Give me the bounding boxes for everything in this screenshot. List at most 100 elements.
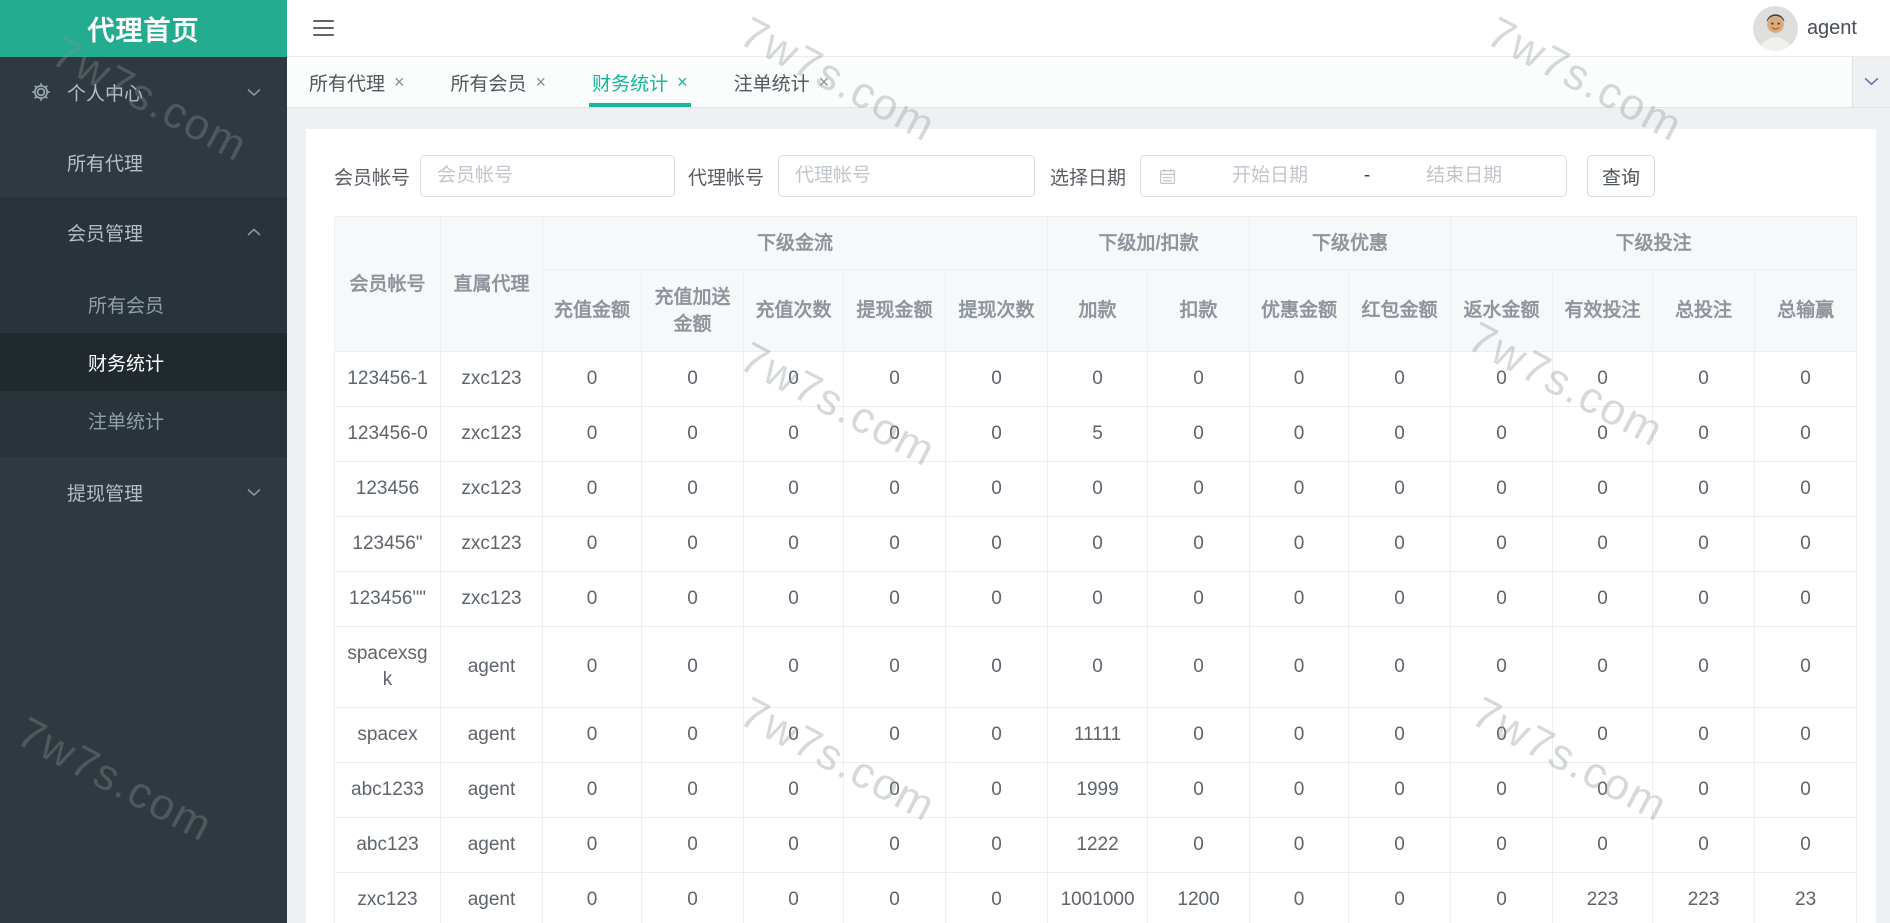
cell-member-account: spacexsgk	[334, 626, 441, 708]
col-header: 充值次数	[743, 269, 844, 352]
cell-value: 0	[944, 762, 1049, 818]
cell-value: 0	[1249, 872, 1350, 923]
cell-direct-agent: agent	[440, 872, 543, 923]
tab-label: 所有会员	[450, 73, 527, 95]
finance-stats-table: 会员帐号 直属代理 下级金流 下级加/扣款 下级优惠 下级投注 充值金额 充值加…	[334, 216, 1858, 923]
cell-member-account: 123456"	[334, 516, 441, 572]
start-date-input[interactable]	[1180, 165, 1360, 187]
cell-value: 0	[542, 626, 642, 708]
close-icon[interactable]: ×	[536, 72, 547, 93]
cell-direct-agent: zxc123	[440, 461, 543, 517]
close-icon[interactable]: ×	[677, 72, 688, 93]
cell-value: 0	[843, 516, 946, 572]
search-button[interactable]: 查询	[1587, 155, 1656, 197]
cell-value: 0	[542, 817, 642, 873]
end-date-input[interactable]	[1374, 165, 1555, 187]
cell-value: 1999	[1047, 762, 1149, 818]
cell-value: 0	[542, 516, 642, 572]
cell-value: 0	[1147, 406, 1251, 462]
chevron-up-icon	[247, 228, 261, 237]
cell-value: 23	[1754, 872, 1858, 923]
tab-all-agents[interactable]: 所有代理 ×	[309, 57, 405, 107]
sidebar-item-withdraw-management[interactable]: 提现管理	[0, 457, 287, 527]
cell-value: 0	[1754, 626, 1858, 708]
cell-direct-agent: agent	[440, 762, 543, 818]
username: agent	[1806, 16, 1857, 39]
col-header: 返水金额	[1450, 269, 1554, 352]
cell-value: 0	[743, 461, 844, 517]
col-header-member-account: 会员帐号	[334, 216, 441, 352]
close-icon[interactable]: ×	[819, 72, 830, 93]
tab-list-dropdown-button[interactable]	[1852, 57, 1890, 107]
tab-label: 所有代理	[309, 73, 386, 95]
cell-value: 0	[1348, 762, 1452, 818]
cell-value: 0	[843, 762, 946, 818]
cell-value: 0	[1450, 872, 1554, 923]
cell-value: 0	[1754, 707, 1858, 763]
cell-value: 0	[1552, 406, 1654, 462]
cell-value: 0	[843, 406, 946, 462]
close-icon[interactable]: ×	[394, 72, 405, 93]
sidebar-item-personal-center[interactable]: 个人中心	[0, 57, 287, 127]
hamburger-menu-icon[interactable]	[313, 20, 334, 36]
cell-value: 0	[944, 571, 1049, 627]
cell-value: 0	[1147, 626, 1251, 708]
table-row: 123456 zxc123 0 0 0 0 0 0 0 0 0 0 0 0 0	[334, 461, 1858, 517]
user-menu[interactable]: agent	[1752, 5, 1857, 51]
cell-value: 0	[743, 406, 844, 462]
sidebar-item-label: 财务统计	[88, 353, 165, 375]
cell-value: 0	[743, 351, 844, 407]
cell-member-account: spacex	[334, 707, 441, 763]
agent-account-input[interactable]	[778, 155, 1036, 197]
table-row: 123456-0 zxc123 0 0 0 0 0 5 0 0 0 0 0 0 0	[334, 406, 1858, 462]
cell-direct-agent: agent	[440, 626, 543, 708]
cell-value: 0	[1652, 351, 1756, 407]
cell-value: 0	[1450, 762, 1554, 818]
sidebar-item-member-management[interactable]: 会员管理	[0, 197, 287, 267]
group-header-add-deduct: 下级加/扣款	[1047, 216, 1251, 270]
cell-value: 0	[641, 351, 744, 407]
cell-value: 0	[743, 626, 844, 708]
cell-value: 5	[1047, 406, 1149, 462]
cell-value: 0	[1552, 571, 1654, 627]
cell-value: 11111	[1047, 707, 1149, 763]
sidebar-item-all-members[interactable]: 所有会员	[0, 275, 287, 333]
sidebar-item-finance-stats[interactable]: 财务统计	[0, 333, 287, 391]
cell-value: 0	[1652, 762, 1756, 818]
avatar	[1752, 5, 1798, 51]
cell-value: 0	[1552, 626, 1654, 708]
group-header-betting: 下级投注	[1450, 216, 1858, 270]
sidebar-item-bet-stats[interactable]: 注单统计	[0, 391, 287, 449]
col-header: 总输赢	[1754, 269, 1858, 352]
cell-value: 0	[641, 626, 744, 708]
cell-value: 0	[1552, 817, 1654, 873]
cell-value: 0	[1652, 626, 1756, 708]
cell-value: 0	[641, 872, 744, 923]
col-header: 有效投注	[1552, 269, 1654, 352]
date-range-picker[interactable]: -	[1140, 155, 1568, 197]
table-header: 会员帐号 直属代理 下级金流 下级加/扣款 下级优惠 下级投注 充值金额 充值加…	[334, 216, 1858, 352]
cell-value: 0	[542, 461, 642, 517]
gear-icon	[30, 81, 52, 103]
cell-value: 0	[641, 707, 744, 763]
stats-table-wrapper: 会员帐号 直属代理 下级金流 下级加/扣款 下级优惠 下级投注 充值金额 充值加…	[306, 197, 1876, 923]
group-header-cashflow: 下级金流	[541, 216, 1049, 270]
col-header: 优惠金额	[1249, 269, 1350, 352]
cell-value: 0	[1147, 817, 1251, 873]
tab-all-members[interactable]: 所有会员 ×	[451, 57, 547, 107]
col-header: 提现次数	[944, 269, 1049, 352]
cell-value: 0	[1147, 571, 1251, 627]
cell-value: 0	[843, 351, 946, 407]
col-header: 充值金额	[542, 269, 642, 352]
tab-finance-stats[interactable]: 财务统计 ×	[589, 57, 691, 107]
table-row: 123456-1 zxc123 0 0 0 0 0 0 0 0 0 0 0 0 0	[334, 351, 1858, 407]
cell-value: 0	[1552, 707, 1654, 763]
tab-bet-stats[interactable]: 注单统计 ×	[734, 57, 830, 107]
sidebar-item-all-agents[interactable]: 所有代理	[0, 127, 287, 197]
member-account-input[interactable]	[420, 155, 676, 197]
sidebar-item-label: 所有会员	[88, 295, 165, 317]
cell-value: 0	[1249, 571, 1350, 627]
cell-value: 0	[1147, 461, 1251, 517]
cell-value: 0	[1552, 516, 1654, 572]
cell-value: 0	[542, 872, 642, 923]
